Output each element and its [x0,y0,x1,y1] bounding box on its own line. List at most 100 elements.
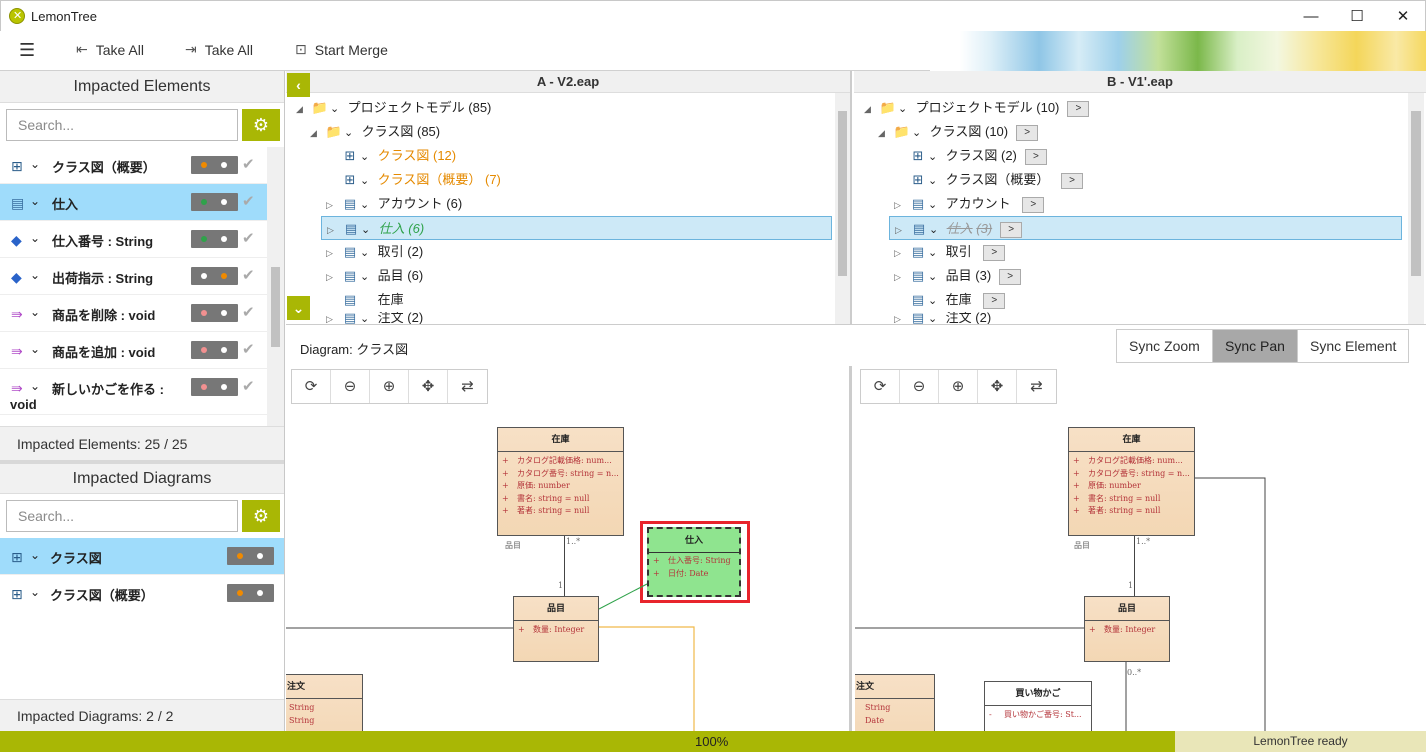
uml-class-hinmoku[interactable]: 品目 + 数量: Integer [513,596,599,662]
chevron-down-icon[interactable]: ⌄ [898,97,912,121]
chevron-down-icon[interactable]: ⌄ [30,194,40,208]
tree-row[interactable]: ▷ ▤ ⌄ 品目 (6) [326,264,423,288]
tree-row[interactable]: ▷ ▤ ⌄ 注文 (2) [326,312,423,324]
chevron-down-icon[interactable]: ⌄ [360,313,374,324]
tree-row[interactable]: ▤ ⌄ 在庫 > [894,288,1006,313]
goto-button[interactable]: > [983,292,1006,309]
chevron-down-icon[interactable]: ⌄ [928,145,942,169]
chevron-down-icon[interactable]: ⌄ [360,241,374,265]
list-item[interactable]: ◆ ⌄ 出荷指示 : String ✔ [0,258,284,295]
collapsed-triangle-icon[interactable]: ▷ [894,313,908,324]
list-item[interactable]: ⊞ ⌄ クラス図 [0,538,284,575]
goto-button[interactable]: > [999,268,1022,285]
check-icon[interactable]: ✔ [242,229,255,247]
check-icon[interactable]: ✔ [242,155,255,173]
tree-row[interactable]: ◢ 📁 ⌄ プロジェクトモデル (85) [296,96,491,120]
collapsed-triangle-icon[interactable]: ▷ [326,265,340,289]
chevron-down-icon[interactable]: ⌄ [330,97,344,121]
expanded-triangle-icon[interactable]: ◢ [878,121,892,145]
list-item[interactable]: ⇛ ⌄ 新しいかごを作る : void ✔ [0,369,284,415]
tree-row[interactable]: ▷ ▤ ⌄ アカウント (6) [326,192,462,216]
chevron-down-icon[interactable]: ⌄ [30,585,40,599]
tree-row-selected[interactable]: ▷ ▤ ⌄ 仕入 (3) > [889,216,1402,240]
goto-button[interactable]: > [1022,196,1045,213]
check-icon[interactable]: ✔ [242,266,255,284]
expanded-triangle-icon[interactable]: ◢ [864,97,878,121]
collapsed-triangle-icon[interactable]: ▷ [326,241,340,265]
chevron-down-icon[interactable]: ⌄ [928,241,942,265]
tree-row[interactable]: ⊞ ⌄ クラス図 (12) [326,144,457,169]
goto-button[interactable]: > [1024,148,1047,165]
list-item[interactable]: ▤ ⌄ 仕入 ✔ [0,184,284,221]
chevron-down-icon[interactable]: ⌄ [30,231,40,245]
list-item[interactable]: ⇛ ⌄ 商品を削除 : void ✔ [0,295,284,332]
collapsed-triangle-icon[interactable]: ▷ [894,193,908,217]
chevron-down-icon[interactable]: ⌄ [360,169,374,193]
chevron-down-icon[interactable]: ⌄ [30,157,40,171]
diagram-canvas-b[interactable]: ⟳ ⊖ ⊕ ✥ ⇄ 在庫 + カタログ記載価格: num... + カタログ番号: … [855,366,1426,731]
tree-row[interactable]: ◢ 📁 ⌄ クラス図 (85) [310,120,440,144]
collapsed-triangle-icon[interactable]: ▷ [895,218,909,242]
chevron-down-icon[interactable]: ⌄ [360,265,374,289]
chevron-down-icon[interactable]: ⌄ [361,218,375,242]
chevron-down-icon[interactable]: ⌄ [929,218,943,242]
expand-tree-chevron-down-icon[interactable]: ⌄ [287,296,310,320]
tree-row[interactable]: ◢ 📁 ⌄ プロジェクトモデル (10) > [864,96,1090,121]
diagram-canvas-a[interactable]: ⟳ ⊖ ⊕ ✥ ⇄ 在庫 + カタログ記載価格: num... + カタログ番号: … [286,366,852,731]
tree-row[interactable]: ▷ ▤ ⌄ 注文 (2) [894,312,991,324]
uml-class-hinmoku[interactable]: 品目 + 数量: Integer [1084,596,1170,662]
collapse-left-pane-chevron-left-icon[interactable]: ‹ [287,73,310,97]
chevron-down-icon[interactable]: ⌄ [30,379,40,393]
goto-button[interactable]: > [1000,221,1023,238]
chevron-down-icon[interactable]: ⌄ [928,193,942,217]
chevron-down-icon[interactable]: ⌄ [912,121,926,145]
tree-row[interactable]: ⊞ ⌄ クラス図（概要） > [894,168,1083,192]
tree-row[interactable]: ⊞ ⌄ クラス図（概要） (7) [326,168,501,192]
list-item[interactable]: ⇛ ⌄ 商品を追加 : void ✔ [0,332,284,369]
chevron-down-icon[interactable]: ⌄ [344,121,358,145]
chevron-down-icon[interactable]: ⌄ [30,268,40,282]
start-merge-button[interactable]: ⊡ Start Merge [295,41,388,58]
tree-row-selected[interactable]: ▷ ▤ ⌄ 仕入 (6) [321,216,832,240]
list-item[interactable]: ⊞ ⌄ クラス図（概要） [0,575,284,612]
tree-row[interactable]: ▷ ▤ ⌄ 品目 (3) > [894,264,1022,289]
chevron-down-icon[interactable]: ⌄ [928,313,942,324]
take-all-left-button[interactable]: ⇤ Take All [76,41,144,58]
expanded-triangle-icon[interactable]: ◢ [310,121,324,145]
impacted-elements-search-input[interactable]: Search... [6,109,238,141]
tree-row[interactable]: ⊞ ⌄ クラス図 (2) > [894,144,1047,168]
uml-class-chumon[interactable]: 注文 String String [286,674,363,731]
chevron-down-icon[interactable]: ⌄ [360,193,374,217]
chevron-down-icon[interactable]: ⌄ [30,305,40,319]
menu-icon[interactable]: ☰ [19,40,35,61]
minimize-button[interactable]: — [1288,1,1334,32]
sync-element-button[interactable]: Sync Element [1297,329,1410,363]
close-button[interactable]: ✕ [1380,1,1426,32]
impacted-elements-gear-icon[interactable]: ⚙ [242,109,280,141]
collapsed-triangle-icon[interactable]: ▷ [894,241,908,265]
sync-zoom-button[interactable]: Sync Zoom [1116,329,1213,363]
chevron-down-icon[interactable]: ⌄ [928,265,942,289]
check-icon[interactable]: ✔ [242,192,255,210]
chevron-down-icon[interactable]: ⌄ [928,289,942,313]
tree-row[interactable]: ▤ 在庫 [326,288,404,312]
check-icon[interactable]: ✔ [242,303,255,321]
chevron-down-icon[interactable]: ⌄ [30,342,40,356]
check-icon[interactable]: ✔ [242,377,255,395]
tree-row[interactable]: ▷ ▤ ⌄ 取引 > [894,240,1006,265]
expanded-triangle-icon[interactable]: ◢ [296,97,310,121]
tree-b-scrollbar[interactable] [1408,93,1424,324]
tree-row[interactable]: ▷ ▤ ⌄ アカウント > [894,192,1045,217]
chevron-down-icon[interactable]: ⌄ [30,548,40,562]
impacted-diagrams-search-input[interactable]: Search... [6,500,238,532]
collapsed-triangle-icon[interactable]: ▷ [327,218,341,242]
tree-row[interactable]: ▷ ▤ ⌄ 取引 (2) [326,240,423,264]
elements-scrollbar[interactable] [267,147,284,426]
sync-pan-button[interactable]: Sync Pan [1212,329,1298,363]
collapsed-triangle-icon[interactable]: ▷ [894,265,908,289]
uml-class-zaiko[interactable]: 在庫 + カタログ記載価格: num... + カタログ番号: string = n… [1068,427,1195,536]
uml-class-chumon[interactable]: 注文 String Date [855,674,935,731]
chevron-down-icon[interactable]: ⌄ [928,169,942,193]
chevron-down-icon[interactable]: ⌄ [360,145,374,169]
tree-row[interactable]: ◢ 📁 ⌄ クラス図 (10) > [878,120,1039,145]
